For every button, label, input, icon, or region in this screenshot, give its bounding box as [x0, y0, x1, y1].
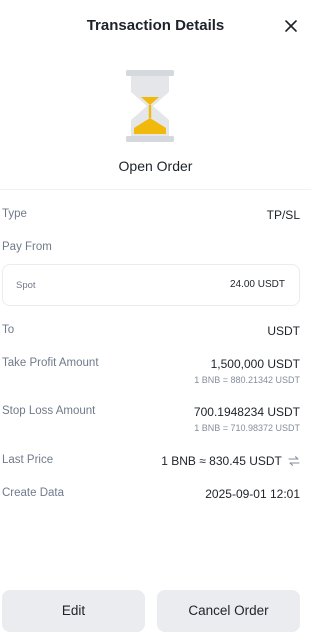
edit-button[interactable]: Edit [2, 590, 145, 632]
to-value: USDT [267, 324, 300, 338]
stop-loss-rate: 1 BNB = 710.98372 USDT [194, 423, 300, 433]
create-date-label: Create Data [2, 487, 65, 499]
hourglass-icon [126, 70, 174, 142]
swap-icon[interactable] [288, 456, 300, 466]
stop-loss-value: 700.1948234 USDT [193, 405, 300, 419]
cancel-order-button[interactable]: Cancel Order [157, 590, 300, 632]
last-price-value-wrap: 1 BNB ≈ 830.45 USDT [161, 454, 300, 468]
spot-label: Spot [16, 280, 36, 291]
divider [0, 189, 311, 190]
pay-from-label: Pay From [2, 241, 52, 253]
last-price-label: Last Price [2, 454, 54, 466]
spot-value: 24.00 USDT [229, 279, 285, 290]
page-title: Transaction Details [86, 17, 225, 34]
take-profit-label: Take Profit Amount [2, 357, 99, 369]
stop-loss-label: Stop Loss Amount [2, 405, 96, 417]
pay-from-spot-card[interactable]: Spot 24.00 USDT [2, 264, 300, 306]
close-button[interactable] [280, 15, 302, 37]
type-value: TP/SL [266, 208, 300, 222]
order-status-title: Open Order [118, 158, 193, 174]
close-icon [285, 20, 297, 32]
transaction-details-screen: Transaction Details Open Order Type TP/S… [0, 0, 311, 644]
header: Transaction Details [0, 0, 311, 52]
create-date-value: 2025-09-01 12:01 [205, 487, 300, 501]
to-label: To [2, 324, 15, 336]
take-profit-value: 1,500,000 USDT [210, 357, 300, 371]
last-price-value: 1 BNB ≈ 830.45 USDT [161, 454, 282, 468]
type-label: Type [2, 208, 27, 220]
take-profit-rate: 1 BNB = 880.21342 USDT [194, 375, 300, 385]
